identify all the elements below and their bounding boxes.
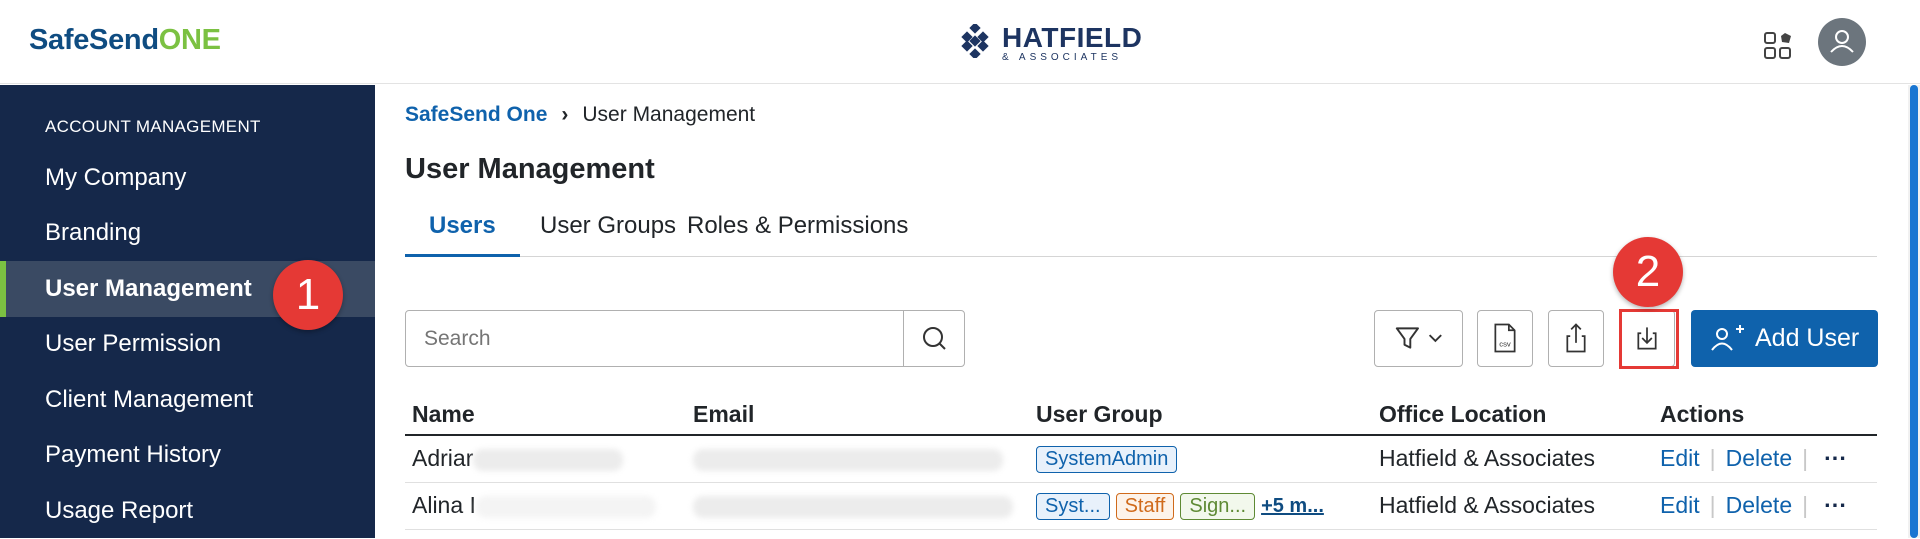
table-row: Adriar SystemAdmin Hatfield & Associates… xyxy=(405,435,1877,483)
company-subname: & ASSOCIATES xyxy=(1002,52,1123,63)
office-location-cell: Hatfield & Associates xyxy=(1372,482,1653,530)
filter-dropdown-button[interactable] xyxy=(1374,310,1463,367)
redacted-email xyxy=(693,449,1003,472)
edit-link[interactable]: Edit xyxy=(1660,445,1700,471)
user-email-cell xyxy=(686,482,1029,530)
user-email-cell xyxy=(686,435,1029,483)
user-name-cell: Alina I xyxy=(405,482,686,530)
actions-cell: Edit | Delete | ··· xyxy=(1653,435,1877,483)
sidebar-heading: ACCOUNT MANAGEMENT xyxy=(45,117,261,136)
add-user-label: Add User xyxy=(1755,324,1860,352)
users-table: Name Email User Group Office Location Ac… xyxy=(405,395,1877,530)
more-icon[interactable]: ··· xyxy=(1824,445,1847,471)
top-header: SafeSendONE HATFIELD & ASSOCIATES xyxy=(0,0,1920,84)
table-row: Alina I Syst... Staff Sign... +5 m... Hatfi… xyxy=(405,482,1877,530)
main-content: SafeSend One › User Management User Manage… xyxy=(375,85,1920,538)
scrollbar-thumb[interactable] xyxy=(1910,85,1918,538)
csv-label: csv xyxy=(1499,340,1511,349)
action-divider: | xyxy=(1802,492,1809,518)
breadcrumb-separator-icon: › xyxy=(561,103,569,126)
search-input[interactable] xyxy=(406,311,903,366)
action-divider: | xyxy=(1802,445,1809,472)
table-header-row: Name Email User Group Office Location Ac… xyxy=(405,395,1877,436)
user-avatar-icon[interactable] xyxy=(1818,18,1866,66)
group-chip-systemadmin: SystemAdmin xyxy=(1036,445,1178,473)
delete-link[interactable]: Delete xyxy=(1726,492,1792,518)
company-logo: HATFIELD & ASSOCIATES xyxy=(960,20,1143,64)
user-group-cell: Syst... Staff Sign... +5 m... xyxy=(1029,482,1372,530)
redacted-text xyxy=(473,449,624,472)
action-divider: | xyxy=(1709,445,1716,472)
edit-link[interactable]: Edit xyxy=(1660,492,1700,518)
filter-icon xyxy=(1395,327,1419,349)
action-divider: | xyxy=(1709,492,1716,518)
search-box xyxy=(405,310,965,367)
add-user-icon xyxy=(1711,325,1744,351)
sidebar-item-my-company[interactable]: My Company xyxy=(0,150,375,206)
search-button[interactable] xyxy=(903,311,964,366)
tab-roles-permissions[interactable]: Roles & Permissions xyxy=(663,210,932,257)
download-highlight-box xyxy=(1619,309,1679,369)
redacted-email xyxy=(693,495,1013,518)
user-name: Adriar xyxy=(412,445,474,472)
add-user-button[interactable]: Add User xyxy=(1691,310,1878,367)
step-badge-1: 1 xyxy=(273,260,343,330)
company-logo-mark xyxy=(961,24,989,58)
group-chip-systemadmin: Syst... xyxy=(1036,492,1110,520)
column-header-name[interactable]: Name xyxy=(405,395,686,436)
column-header-user-group[interactable]: User Group xyxy=(1029,395,1372,436)
page-title: User Management xyxy=(405,153,655,185)
chevron-down-icon xyxy=(1428,334,1442,343)
search-icon xyxy=(923,327,946,350)
user-name-cell: Adriar xyxy=(405,435,686,483)
tab-users[interactable]: Users xyxy=(405,210,520,257)
column-header-office-location[interactable]: Office Location xyxy=(1372,395,1653,436)
breadcrumb-root-link[interactable]: SafeSend One xyxy=(405,103,547,126)
company-name: HATFIELD xyxy=(1002,22,1143,53)
actions-cell: Edit | Delete | ··· xyxy=(1653,482,1877,530)
apps-icon[interactable] xyxy=(1762,30,1794,62)
column-header-actions: Actions xyxy=(1653,395,1877,436)
sidebar-item-payment-history[interactable]: Payment History xyxy=(0,427,375,483)
more-icon[interactable]: ··· xyxy=(1824,492,1847,518)
breadcrumb-current: User Management xyxy=(582,103,756,126)
group-chip-staff: Staff xyxy=(1115,492,1175,520)
column-header-email[interactable]: Email xyxy=(686,395,1029,436)
step-badge-2: 2 xyxy=(1613,237,1683,307)
upload-button[interactable] xyxy=(1548,310,1604,367)
safesend-one-logo[interactable]: SafeSendONE xyxy=(29,24,221,57)
sidebar-item-branding[interactable]: Branding xyxy=(0,205,375,261)
office-location-cell: Hatfield & Associates xyxy=(1372,435,1653,483)
csv-export-button[interactable]: csv xyxy=(1477,310,1533,367)
group-chip-signer: Sign... xyxy=(1180,492,1256,520)
csv-icon: csv xyxy=(1494,323,1516,353)
breadcrumb: SafeSend One › User Management xyxy=(405,103,755,127)
user-name: Alina I xyxy=(412,492,476,518)
user-group-cell: SystemAdmin xyxy=(1029,435,1372,483)
delete-link[interactable]: Delete xyxy=(1726,445,1792,471)
upload-icon xyxy=(1566,323,1586,353)
sidebar-item-usage-report[interactable]: Usage Report xyxy=(0,483,375,539)
more-groups-link[interactable]: +5 m... xyxy=(1261,495,1324,517)
redacted-text xyxy=(475,495,656,518)
sidebar-item-client-management[interactable]: Client Management xyxy=(0,372,375,428)
